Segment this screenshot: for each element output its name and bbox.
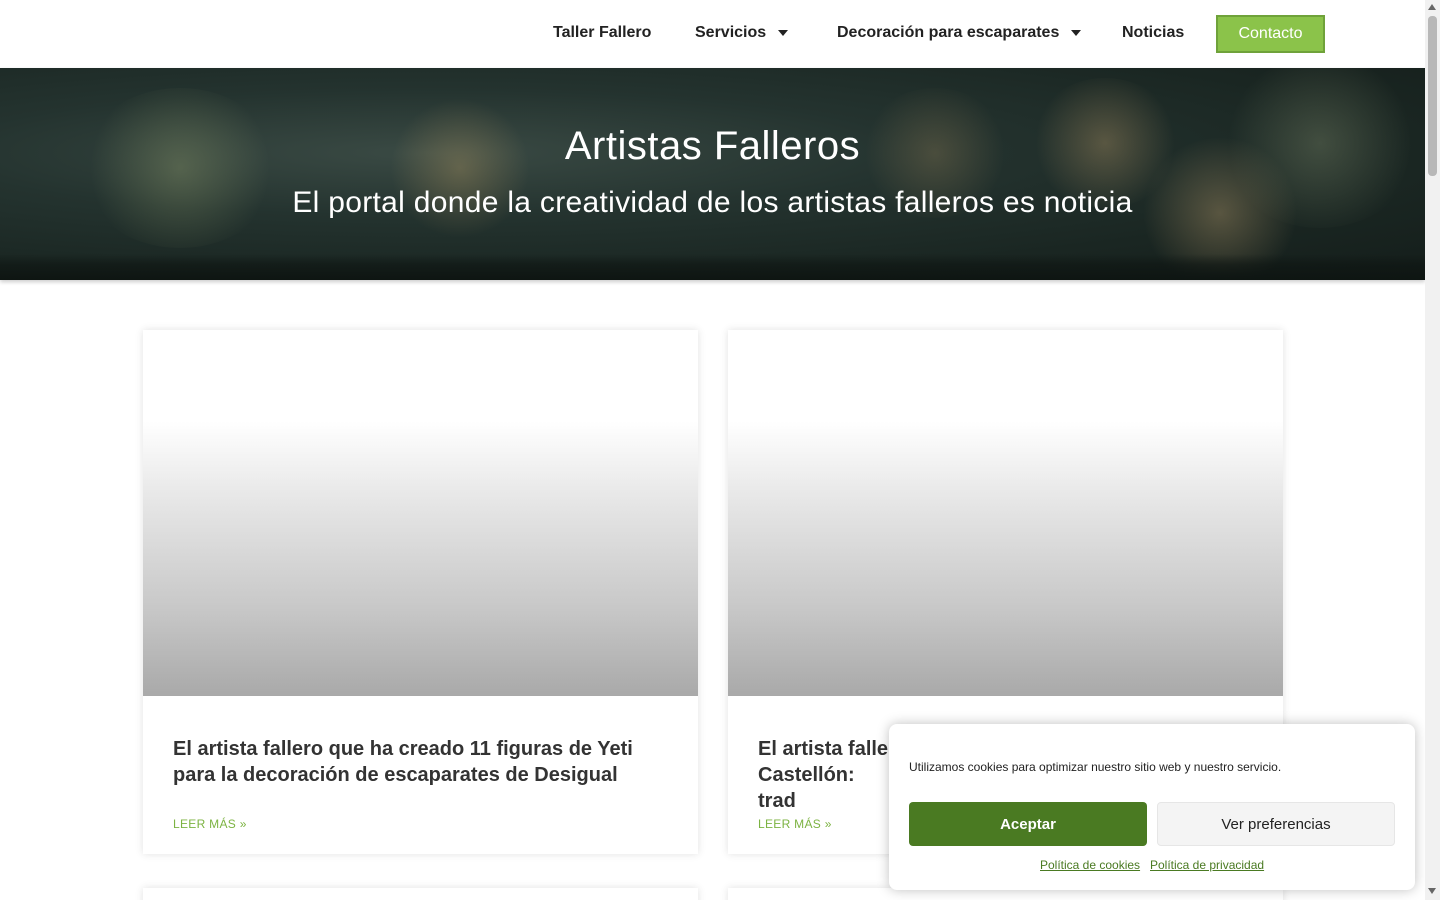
nav-item-servicios[interactable]: Servicios: [695, 22, 789, 44]
post-card-partial: [143, 888, 698, 900]
caret-down-icon: [778, 30, 789, 36]
read-more-link[interactable]: LEER MÁS »: [173, 817, 247, 831]
nav-item-label: Taller Fallero: [553, 24, 652, 41]
nav-item-label: Noticias: [1122, 24, 1185, 41]
main-nav: Taller Fallero Servicios Decoración para…: [0, 0, 1425, 68]
caret-down-icon: [1071, 30, 1082, 36]
site-header: Taller Fallero Servicios Decoración para…: [0, 0, 1425, 68]
nav-item-label: Decoración para escaparates: [837, 24, 1060, 41]
read-more-link[interactable]: LEER MÁS »: [758, 817, 832, 831]
cookie-policy-link[interactable]: Política de cookies: [1040, 858, 1140, 872]
cookie-consent-banner: Utilizamos cookies para optimizar nuestr…: [889, 724, 1415, 890]
page-scrollbar[interactable]: [1425, 0, 1440, 900]
cookie-message: Utilizamos cookies para optimizar nuestr…: [909, 760, 1282, 774]
scroll-down-arrow-icon[interactable]: [1428, 888, 1436, 894]
post-thumbnail[interactable]: [728, 330, 1283, 696]
nav-item-label: Servicios: [695, 24, 767, 41]
hero-banner: Artistas Falleros El portal donde la cre…: [0, 68, 1425, 280]
scroll-up-arrow-icon[interactable]: [1428, 4, 1436, 10]
view-preferences-button[interactable]: Ver preferencias: [1157, 802, 1395, 846]
scrollbar-thumb[interactable]: [1428, 16, 1437, 176]
accept-cookies-button[interactable]: Aceptar: [909, 802, 1147, 846]
post-thumbnail[interactable]: [143, 330, 698, 696]
city-skyline-decoration: [0, 254, 1425, 280]
nav-item-noticias[interactable]: Noticias: [1122, 22, 1184, 44]
hero-title: Artistas Falleros: [564, 124, 861, 168]
nav-item-decoracion-escaparates[interactable]: Decoración para escaparates: [837, 22, 1082, 44]
post-card: El artista fallero que ha creado 11 figu…: [143, 330, 698, 854]
privacy-policy-link[interactable]: Política de privacidad: [1150, 858, 1264, 872]
contact-button[interactable]: Contacto: [1216, 15, 1325, 53]
post-title[interactable]: El artista fallero que ha creado 11 figu…: [173, 736, 673, 788]
post-title[interactable]: El artista faller Castellón: trad: [758, 736, 898, 814]
hero-subtitle: El portal donde la creatividad de los ar…: [292, 186, 1133, 219]
nav-item-taller-fallero[interactable]: Taller Fallero: [553, 22, 651, 44]
